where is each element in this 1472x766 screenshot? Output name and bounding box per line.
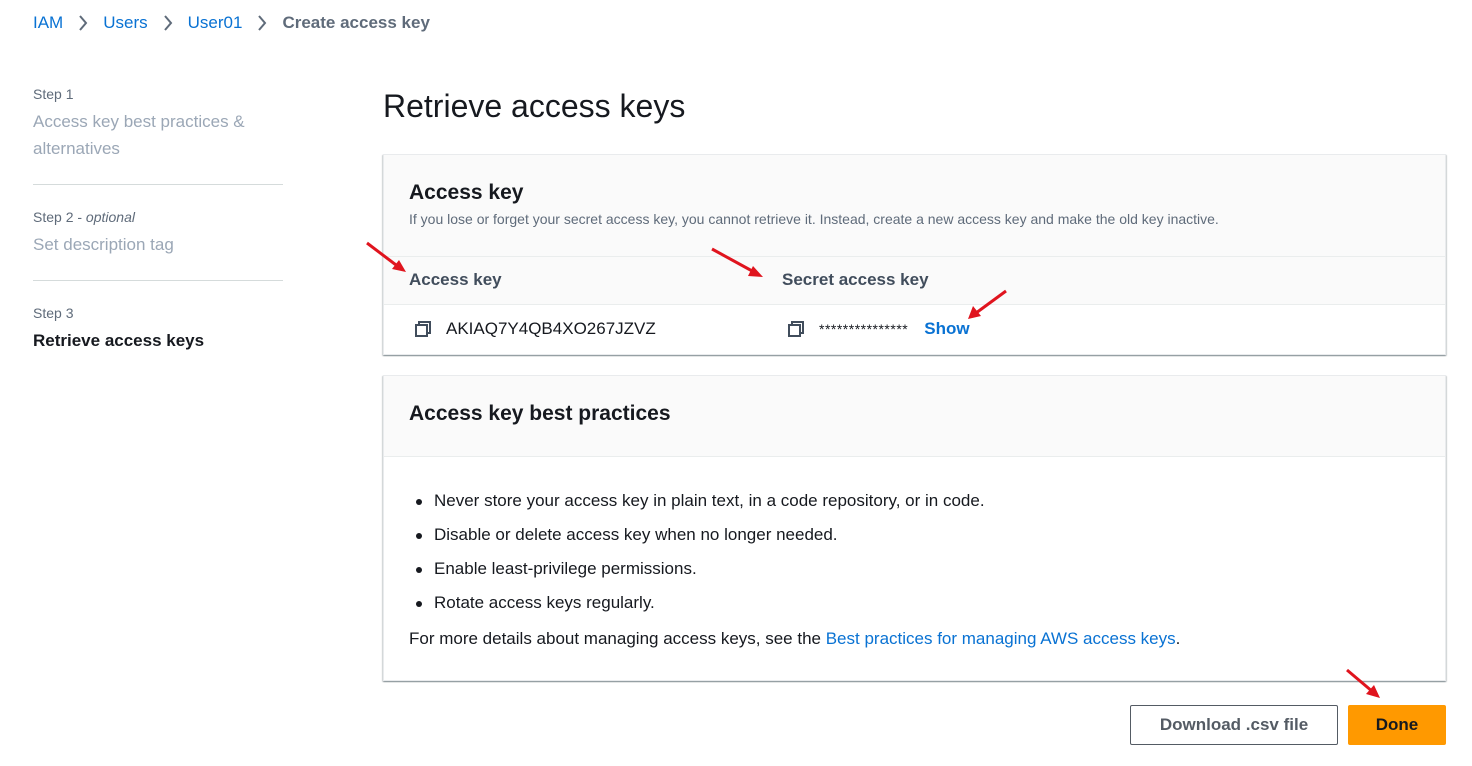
step-title: Set description tag	[33, 235, 174, 254]
secret-key-cell: *************** Show	[787, 319, 970, 339]
breadcrumb-users[interactable]: Users	[103, 13, 147, 33]
step-2: Step 2 - optional Set description tag	[33, 207, 283, 281]
step-3: Step 3 Retrieve access keys	[33, 303, 283, 376]
breadcrumb-iam[interactable]: IAM	[33, 13, 63, 33]
best-practices-panel-header: Access key best practices	[384, 376, 1445, 457]
copy-icon[interactable]	[787, 320, 805, 338]
action-buttons: Download .csv file Done	[1130, 705, 1446, 745]
column-header-access-key: Access key	[409, 270, 502, 289]
step-1: Step 1 Access key best practices & alter…	[33, 84, 283, 185]
best-practices-body: Never store your access key in plain tex…	[384, 457, 1445, 654]
best-practices-list: Never store your access key in plain tex…	[409, 484, 1420, 620]
chevron-right-icon	[242, 15, 282, 31]
more-prefix: For more details about managing access k…	[409, 629, 826, 648]
column-header-secret-access-key: Secret access key	[782, 270, 929, 289]
breadcrumb: IAM Users User01 Create access key	[33, 12, 430, 34]
list-item: Enable least-privilege permissions.	[409, 552, 1420, 586]
best-practices-link[interactable]: Best practices for managing AWS access k…	[826, 629, 1176, 648]
best-practices-more: For more details about managing access k…	[409, 624, 1420, 654]
page: IAM Users User01 Create access key Step …	[0, 0, 1472, 766]
key-table-header: Access key Secret access key	[384, 257, 1445, 305]
chevron-right-icon	[148, 15, 188, 31]
step-title-active: Retrieve access keys	[33, 331, 205, 350]
main-content: Retrieve access keys Access key If you l…	[383, 84, 1446, 745]
access-key-value: AKIAQ7Y4QB4XO267JZVZ	[446, 319, 656, 338]
access-key-panel-description: If you lose or forget your secret access…	[409, 211, 1219, 227]
step-number-text: Step 2 -	[33, 209, 86, 225]
best-practices-panel: Access key best practices Never store yo…	[383, 375, 1446, 681]
done-button[interactable]: Done	[1348, 705, 1446, 745]
wizard-steps: Step 1 Access key best practices & alter…	[33, 84, 283, 398]
step-number: Step 2 - optional	[33, 207, 283, 227]
access-key-panel-header: Access key If you lose or forget your se…	[384, 155, 1445, 257]
step-title: Access key best practices & alternatives	[33, 112, 245, 158]
access-key-panel-title: Access key	[409, 181, 524, 204]
key-table-row: AKIAQ7Y4QB4XO267JZVZ *************** Sho…	[384, 305, 1445, 355]
download-csv-button[interactable]: Download .csv file	[1130, 705, 1338, 745]
step-number: Step 3	[33, 305, 74, 321]
step-optional-label: optional	[85, 209, 135, 225]
access-key-cell: AKIAQ7Y4QB4XO267JZVZ	[414, 319, 656, 339]
list-item: Disable or delete access key when no lon…	[409, 518, 1420, 552]
breadcrumb-current: Create access key	[282, 13, 430, 32]
more-suffix: .	[1175, 629, 1181, 648]
page-title: Retrieve access keys	[383, 88, 686, 124]
best-practices-panel-title: Access key best practices	[409, 402, 671, 425]
access-key-panel: Access key If you lose or forget your se…	[383, 154, 1446, 355]
chevron-right-icon	[63, 15, 103, 31]
list-item: Rotate access keys regularly.	[409, 586, 1420, 620]
list-item: Never store your access key in plain tex…	[409, 484, 1420, 518]
show-secret-link[interactable]: Show	[924, 319, 969, 339]
step-number: Step 1	[33, 86, 74, 102]
secret-key-mask: ***************	[819, 321, 909, 337]
breadcrumb-user01[interactable]: User01	[188, 13, 243, 33]
copy-icon[interactable]	[414, 320, 432, 338]
